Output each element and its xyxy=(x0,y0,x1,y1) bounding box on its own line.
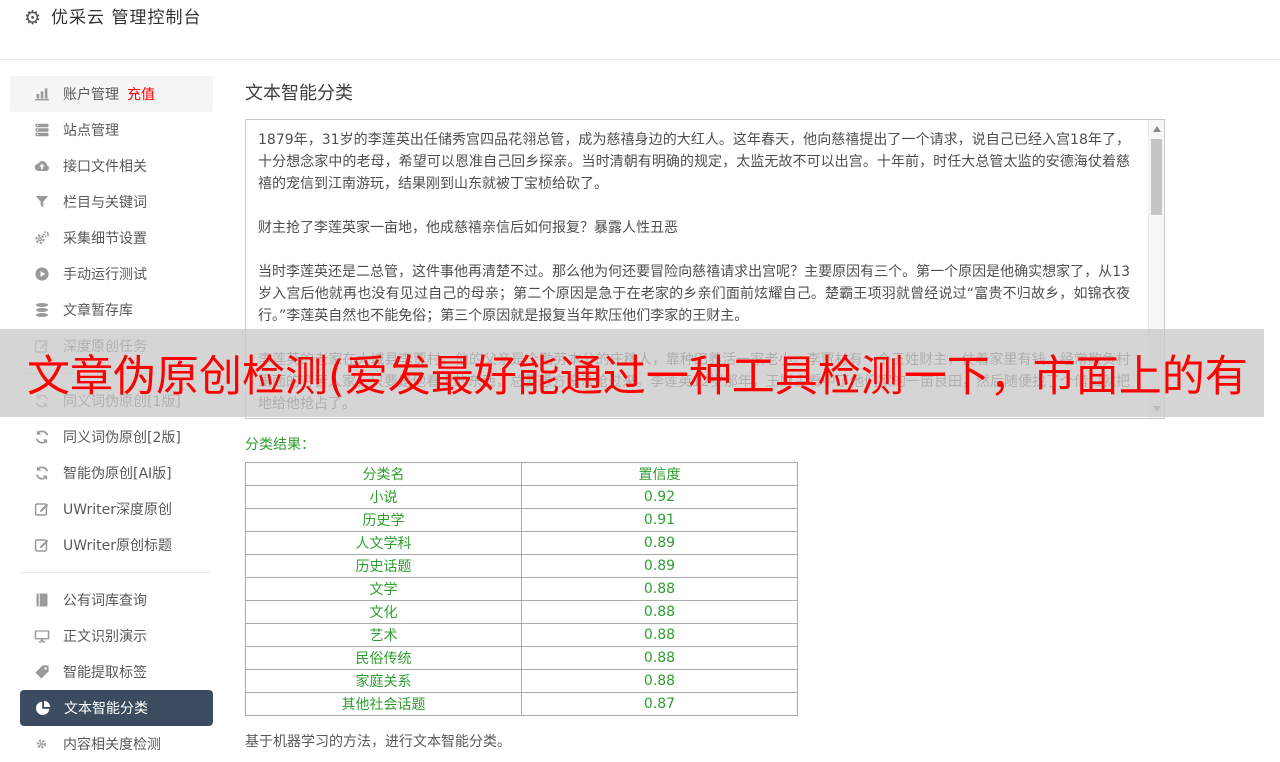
scroll-up-arrow-icon[interactable] xyxy=(1153,126,1161,132)
recharge-badge[interactable]: 充值 xyxy=(127,84,155,104)
category-cell: 历史话题 xyxy=(245,554,522,578)
result-table: 分类名 置信度 小说 0.92 历史学 0.91 人文学科 0.89 历史话题 0.89 文学 0.8… xyxy=(245,462,798,716)
sidebar-item-label: 文章暂存库 xyxy=(63,303,133,319)
sidebar-item-label: 智能伪原创[AI版] xyxy=(63,466,172,482)
table-row: 人文学科 0.89 xyxy=(245,531,798,555)
sidebar-item-label: 站点管理 xyxy=(63,123,119,139)
category-cell: 历史学 xyxy=(245,508,522,532)
article-paragraph: 财主抢了李莲英家一亩地，他成慈禧亲信后如何报复？暴露人性丑恶 xyxy=(258,220,678,236)
confidence-cell: 0.88 xyxy=(521,623,798,647)
table-row: 民俗传统 0.88 xyxy=(245,646,798,670)
category-cell: 文学 xyxy=(245,577,522,601)
gears-icon xyxy=(34,230,50,246)
confidence-cell: 0.89 xyxy=(521,554,798,578)
sidebar-item-body-extraction-demo[interactable]: 正文识别演示 xyxy=(10,618,213,654)
sidebar-item-uwriter-deep-original[interactable]: UWriter深度原创 xyxy=(10,491,213,527)
sidebar-item-label: 账户管理 xyxy=(63,87,119,103)
scrollbar-thumb[interactable] xyxy=(1151,139,1162,215)
sidebar-item-label: 智能提取标签 xyxy=(63,665,147,681)
pencil-square-icon xyxy=(34,501,50,517)
table-row: 文化 0.88 xyxy=(245,600,798,624)
monitor-icon xyxy=(34,628,50,644)
play-circle-icon xyxy=(34,266,50,282)
tag-icon xyxy=(34,664,50,680)
sidebar-item-api-files[interactable]: 接口文件相关 xyxy=(10,148,213,184)
confidence-cell: 0.88 xyxy=(521,646,798,670)
category-cell: 家庭关系 xyxy=(245,669,522,693)
gear-icon: ⚙ xyxy=(24,7,42,29)
sidebar-item-label: 正文识别演示 xyxy=(63,629,147,645)
sidebar-divider xyxy=(20,572,210,573)
app-title: 优采云 管理控制台 xyxy=(51,8,202,28)
table-row: 小说 0.92 xyxy=(245,485,798,509)
sidebar-item-label: 接口文件相关 xyxy=(63,159,147,175)
column-header: 分类名 xyxy=(245,462,522,486)
article-paragraph: 1879年，31岁的李莲英出任储秀宫四品花翎总管，成为慈禧身边的大红人。这年春天… xyxy=(258,132,1130,192)
category-cell: 文化 xyxy=(245,600,522,624)
table-header-row: 分类名 置信度 xyxy=(245,462,798,486)
category-cell: 民俗传统 xyxy=(245,646,522,670)
sidebar-item-label: UWriter原创标题 xyxy=(63,538,172,554)
sidebar-item-smart-tag-extraction[interactable]: 智能提取标签 xyxy=(10,654,213,690)
pencil-square-icon xyxy=(34,537,50,553)
refresh-icon xyxy=(34,465,50,481)
annotation-band: 文章伪原创检测(爱发最好能通过一种工具检测一下，市面上的有 xyxy=(0,329,1264,417)
page-title: 文本智能分类 xyxy=(245,83,353,104)
app-header: ⚙ 优采云 管理控制台 xyxy=(0,0,1280,60)
sidebar-item-columns-keywords[interactable]: 栏目与关键词 xyxy=(10,184,213,220)
column-header: 置信度 xyxy=(521,462,798,486)
server-icon xyxy=(34,122,50,138)
sidebar-item-label: UWriter深度原创 xyxy=(63,502,172,518)
table-row: 文学 0.88 xyxy=(245,577,798,601)
article-paragraph: 当时李莲英还是二总管，这件事他再清楚不过。那么他为何还要冒险向慈禧请求出宫呢？主… xyxy=(258,264,1130,324)
sidebar-item-label: 手动运行测试 xyxy=(63,267,147,283)
sidebar-item-label: 栏目与关键词 xyxy=(63,195,147,211)
confidence-cell: 0.88 xyxy=(521,577,798,601)
footer-note: 基于机器学习的方法，进行文本智能分类。 xyxy=(245,734,511,750)
sidebar-item-site-management[interactable]: 站点管理 xyxy=(10,112,213,148)
refresh-icon xyxy=(34,429,50,445)
sidebar-item-label: 采集细节设置 xyxy=(63,231,147,247)
sidebar-item-content-relevance-check[interactable]: 内容相关度检测 xyxy=(10,726,213,762)
confidence-cell: 0.92 xyxy=(521,485,798,509)
sidebar-item-collection-settings[interactable]: 采集细节设置 xyxy=(10,220,213,256)
database-icon xyxy=(34,302,50,318)
sidebar-item-article-staging[interactable]: 文章暂存库 xyxy=(10,292,213,328)
confidence-cell: 0.88 xyxy=(521,669,798,693)
bar-chart-icon xyxy=(34,86,50,102)
category-cell: 艺术 xyxy=(245,623,522,647)
funnel-icon xyxy=(34,194,50,210)
sidebar-item-label: 公有词库查询 xyxy=(63,593,147,609)
sidebar-item-manual-run-test[interactable]: 手动运行测试 xyxy=(10,256,213,292)
sidebar-item-ai-rewrite[interactable]: 智能伪原创[AI版] xyxy=(10,455,213,491)
category-cell: 人文学科 xyxy=(245,531,522,555)
confidence-cell: 0.89 xyxy=(521,531,798,555)
gear-search-icon xyxy=(34,736,50,752)
table-row: 历史学 0.91 xyxy=(245,508,798,532)
sidebar-item-text-classification[interactable]: 文本智能分类 xyxy=(20,690,213,726)
table-row: 家庭关系 0.88 xyxy=(245,669,798,693)
table-row: 历史话题 0.89 xyxy=(245,554,798,578)
sidebar-item-public-thesaurus-query[interactable]: 公有词库查询 xyxy=(10,582,213,618)
annotation-text: 文章伪原创检测(爱发最好能通过一种工具检测一下，市面上的有 xyxy=(27,352,1248,402)
table-row: 艺术 0.88 xyxy=(245,623,798,647)
sidebar-item-uwriter-original-title[interactable]: UWriter原创标题 xyxy=(10,527,213,563)
confidence-cell: 0.91 xyxy=(521,508,798,532)
sidebar-item-label: 同义词伪原创[2版] xyxy=(63,430,181,446)
cloud-upload-icon xyxy=(34,158,50,174)
sidebar-item-label: 内容相关度检测 xyxy=(63,737,161,753)
pie-chart-icon xyxy=(35,700,51,716)
confidence-cell: 0.87 xyxy=(521,692,798,716)
confidence-cell: 0.88 xyxy=(521,600,798,624)
sidebar-item-account-management[interactable]: 账户管理 充值 xyxy=(10,76,213,112)
results-label: 分类结果： xyxy=(245,437,315,453)
sidebar-item-label: 文本智能分类 xyxy=(64,701,148,717)
category-cell: 其他社会话题 xyxy=(245,692,522,716)
book-icon xyxy=(34,592,50,608)
sidebar-item-synonym-rewrite-v2[interactable]: 同义词伪原创[2版] xyxy=(10,419,213,455)
category-cell: 小说 xyxy=(245,485,522,509)
table-row: 其他社会话题 0.87 xyxy=(245,692,798,716)
